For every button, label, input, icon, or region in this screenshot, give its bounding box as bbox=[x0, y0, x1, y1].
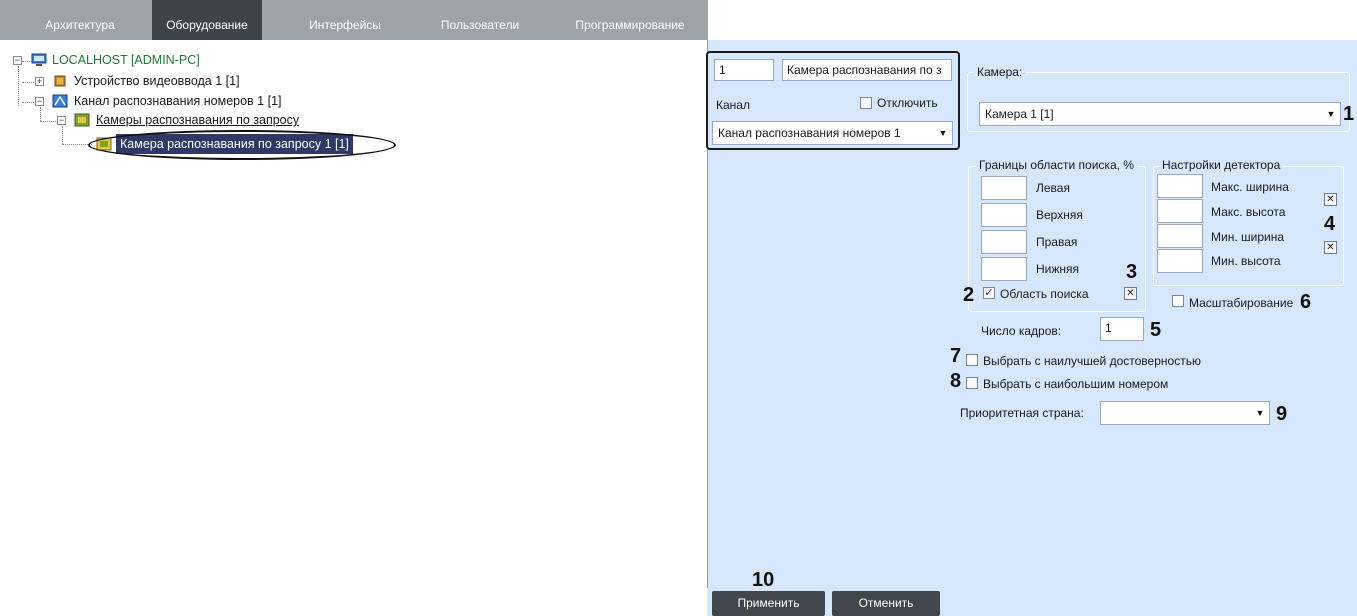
disable-label: Отключить bbox=[877, 96, 938, 110]
chevron-down-icon: ▼ bbox=[938, 128, 948, 138]
clear-search-area-icon[interactable]: ✕ bbox=[1124, 287, 1137, 300]
expand-icon[interactable]: + bbox=[35, 77, 44, 86]
tab-programming[interactable]: Программирование bbox=[560, 0, 700, 40]
cancel-button[interactable]: Отменить bbox=[832, 591, 940, 616]
tab-equipment[interactable]: Оборудование bbox=[152, 0, 262, 40]
tab-interfaces[interactable]: Интерфейсы bbox=[290, 0, 400, 40]
search-bounds-title: Границы области поиска, % bbox=[976, 158, 1137, 172]
bound-top-label: Верхняя bbox=[1036, 208, 1083, 222]
callout-3: 3 bbox=[1126, 261, 1138, 283]
min-width-field[interactable] bbox=[1157, 224, 1203, 248]
callout-10: 10 bbox=[752, 569, 775, 591]
callout-6: 6 bbox=[1300, 291, 1312, 313]
channel-select-value: Канал распознавания номеров 1 bbox=[718, 126, 901, 140]
priority-country-label: Приоритетная страна: bbox=[960, 406, 1084, 420]
camera-select-value: Камера 1 [1] bbox=[985, 107, 1054, 121]
bound-left-label: Левая bbox=[1036, 181, 1070, 195]
chevron-down-icon: ▼ bbox=[1326, 109, 1336, 119]
camera-select[interactable]: Камера 1 [1] ▼ bbox=[979, 102, 1341, 126]
disable-checkbox[interactable] bbox=[860, 97, 872, 109]
tab-architecture[interactable]: Архитектура bbox=[20, 0, 140, 40]
tree-line bbox=[18, 66, 19, 106]
clear-max-size-icon[interactable]: ✕ bbox=[1324, 193, 1337, 206]
max-width-label: Макс. ширина bbox=[1211, 180, 1289, 194]
bound-right-label: Правая bbox=[1036, 235, 1078, 249]
detector-title: Настройки детектора bbox=[1159, 158, 1284, 172]
collapse-icon[interactable]: − bbox=[35, 97, 44, 106]
scaling-checkbox[interactable] bbox=[1172, 295, 1184, 307]
largest-number-checkbox[interactable] bbox=[966, 377, 978, 389]
collapse-icon[interactable]: − bbox=[13, 56, 22, 65]
tree-node-selected-camera[interactable]: Камера распознавания по запросу 1 [1] bbox=[116, 134, 353, 154]
callout-2: 2 bbox=[963, 284, 975, 306]
frames-field[interactable]: 1 bbox=[1100, 317, 1144, 341]
collapse-icon[interactable]: − bbox=[57, 116, 66, 125]
camera-group-title: Камера: bbox=[974, 65, 1026, 79]
callout-4: 4 bbox=[1324, 213, 1336, 235]
tree-line bbox=[40, 107, 41, 121]
frames-label: Число кадров: bbox=[981, 324, 1062, 338]
min-height-label: Мин. высота bbox=[1211, 254, 1281, 268]
main-tab-bar: Архитектура Оборудование Интерфейсы Поль… bbox=[0, 0, 708, 40]
callout-9: 9 bbox=[1276, 403, 1288, 425]
tree-node-video-input[interactable]: Устройство видеоввода 1 [1] bbox=[74, 71, 240, 91]
callout-8: 8 bbox=[950, 370, 962, 392]
tree-line bbox=[62, 126, 63, 144]
largest-number-label: Выбрать с наибольшим номером bbox=[983, 377, 1169, 391]
object-name-field[interactable]: Камера распознавания по з bbox=[782, 59, 952, 81]
bound-bottom-label: Нижняя bbox=[1036, 262, 1080, 276]
priority-country-select[interactable]: ▼ bbox=[1100, 401, 1270, 425]
lpr-channel-icon bbox=[52, 94, 68, 108]
tree-line bbox=[62, 144, 92, 145]
computer-icon bbox=[31, 53, 47, 66]
camera-folder-icon bbox=[74, 113, 90, 127]
search-area-checkbox[interactable]: ✓ bbox=[983, 287, 995, 299]
callout-5: 5 bbox=[1150, 319, 1162, 341]
best-confidence-checkbox[interactable] bbox=[966, 354, 978, 366]
channel-select[interactable]: Канал распознавания номеров 1 ▼ bbox=[712, 121, 953, 145]
tree-node-cameras-folder[interactable]: Камеры распознавания по запросу bbox=[96, 110, 299, 130]
callout-1: 1 bbox=[1343, 103, 1355, 125]
bound-bottom-field[interactable] bbox=[981, 257, 1027, 281]
tree-node-lpr-channel[interactable]: Канал распознавания номеров 1 [1] bbox=[74, 91, 282, 111]
min-height-field[interactable] bbox=[1157, 249, 1203, 273]
bound-right-field[interactable] bbox=[981, 230, 1027, 254]
channel-label: Канал bbox=[716, 98, 750, 112]
bound-top-field[interactable] bbox=[981, 203, 1027, 227]
max-width-field[interactable] bbox=[1157, 174, 1203, 198]
camera-request-icon bbox=[96, 137, 112, 151]
clear-min-size-icon[interactable]: ✕ bbox=[1324, 241, 1337, 254]
best-confidence-label: Выбрать с наилучшей достоверностью bbox=[983, 354, 1201, 368]
chevron-down-icon: ▼ bbox=[1255, 408, 1265, 418]
chip-icon bbox=[54, 75, 66, 87]
apply-button[interactable]: Применить bbox=[712, 591, 825, 616]
min-width-label: Мин. ширина bbox=[1211, 230, 1285, 244]
tree-node-localhost[interactable]: LOCALHOST [ADMIN-PC] bbox=[52, 50, 200, 70]
search-area-label: Область поиска bbox=[1000, 287, 1089, 301]
tab-users[interactable]: Пользователи bbox=[420, 0, 540, 40]
max-height-label: Макс. высота bbox=[1211, 205, 1286, 219]
bound-left-field[interactable] bbox=[981, 176, 1027, 200]
callout-7: 7 bbox=[950, 345, 962, 367]
max-height-field[interactable] bbox=[1157, 199, 1203, 223]
scaling-label: Масштабирование bbox=[1189, 296, 1294, 310]
object-id-field[interactable]: 1 bbox=[714, 59, 774, 81]
